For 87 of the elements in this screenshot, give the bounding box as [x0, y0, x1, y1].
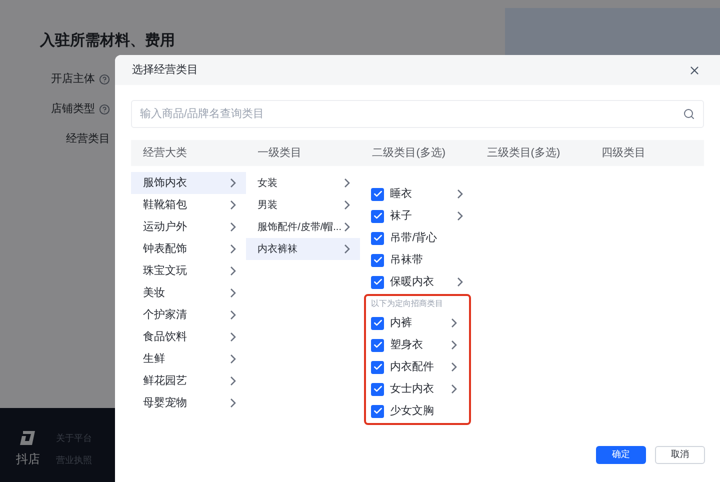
option-label: 吊袜带 — [390, 252, 424, 268]
category-item[interactable]: 运动户外 — [131, 216, 246, 238]
field-label: 店铺类型 — [51, 102, 95, 118]
category-item[interactable]: 内衣裤袜 — [246, 238, 360, 260]
chevron-right-icon — [230, 222, 236, 232]
chevron-right-icon — [230, 354, 236, 364]
category-option[interactable]: 内衣配件 — [360, 356, 469, 378]
chevron-right-icon — [230, 288, 236, 298]
help-icon — [99, 104, 110, 115]
category-item[interactable]: 钟表配饰 — [131, 238, 246, 260]
category-item[interactable]: 男装 — [246, 194, 360, 216]
column-header: 二级类目(多选) — [371, 146, 447, 161]
chevron-right-icon — [450, 362, 457, 372]
category-item[interactable]: 鞋靴箱包 — [131, 194, 246, 216]
option-label: 吊带/背心 — [390, 230, 438, 246]
chevron-right-icon — [230, 332, 236, 342]
chevron-right-icon — [344, 200, 350, 210]
help-icon — [99, 74, 110, 85]
column-header: 四级类目 — [600, 146, 646, 161]
chevron-right-icon — [344, 178, 350, 188]
column-header: 一级类目 — [256, 146, 303, 161]
chevron-right-icon — [230, 310, 236, 320]
chevron-right-icon — [230, 178, 236, 188]
option-label: 女士内衣 — [390, 382, 436, 397]
category-item[interactable]: 个护家清 — [131, 304, 246, 326]
column-header: 经营大类 — [142, 146, 188, 161]
category-option[interactable]: 睡衣 — [360, 183, 475, 205]
option-label: 内衣配件 — [390, 360, 436, 375]
cancel-button[interactable]: 取消 — [655, 446, 705, 464]
category-option[interactable]: 女士内衣 — [360, 378, 469, 400]
category-option[interactable]: 内裤 — [360, 312, 469, 334]
checkbox[interactable] — [371, 382, 384, 396]
section-title: 入驻所需材料、费用 — [40, 31, 176, 51]
chevron-right-icon — [344, 244, 350, 254]
field-label: 经营类目 — [66, 132, 110, 148]
chevron-right-icon — [450, 340, 457, 350]
chevron-right-icon — [344, 222, 350, 232]
category-option[interactable]: 少女文胸 — [360, 400, 469, 422]
dialog-title: 选择经营类目 — [132, 62, 198, 78]
category-option[interactable]: 吊袜带 — [360, 249, 475, 271]
checkbox[interactable] — [371, 338, 384, 352]
option-label: 少女文胸 — [390, 404, 436, 419]
category-item[interactable]: 食品饮料 — [131, 326, 246, 348]
checkbox[interactable] — [371, 360, 384, 374]
option-label: 保暖内衣 — [390, 274, 436, 290]
chevron-right-icon — [230, 244, 236, 254]
search-input[interactable]: 输入商品/品牌名查询类目 — [140, 106, 683, 122]
chevron-right-icon — [230, 200, 236, 210]
chevron-right-icon — [456, 211, 463, 221]
chevron-right-icon — [456, 277, 463, 287]
category-option[interactable]: 袜子 — [360, 205, 475, 227]
category-item[interactable]: 珠宝文玩 — [131, 260, 246, 282]
confirm-button[interactable]: 确定 — [596, 446, 646, 464]
checkbox[interactable] — [371, 188, 384, 200]
column-header: 三级类目(多选) — [486, 146, 562, 161]
option-label: 塑身衣 — [390, 338, 424, 353]
checkbox[interactable] — [371, 254, 384, 266]
option-label: 睡衣 — [390, 186, 414, 202]
chevron-right-icon — [450, 318, 457, 328]
category-item[interactable]: 生鲜 — [131, 348, 246, 370]
category-option[interactable]: 塑身衣 — [360, 334, 469, 356]
category-item[interactable]: 美妆 — [131, 282, 246, 304]
chevron-right-icon — [230, 376, 236, 386]
checkbox[interactable] — [371, 316, 384, 330]
chevron-right-icon — [456, 189, 463, 199]
category-item[interactable]: 母婴宠物 — [131, 392, 246, 414]
section-label: 以下为定向招商类目 — [370, 298, 444, 310]
checkbox[interactable] — [371, 276, 384, 288]
chevron-right-icon — [450, 384, 457, 394]
category-option[interactable]: 吊带/背心 — [360, 227, 475, 249]
close-icon — [688, 64, 700, 76]
option-label: 袜子 — [390, 208, 414, 224]
category-item[interactable]: 女装 — [246, 172, 360, 194]
option-label: 内裤 — [390, 316, 414, 331]
category-option[interactable]: 保暖内衣 — [360, 271, 475, 293]
search-field[interactable]: 输入商品/品牌名查询类目 — [131, 100, 704, 128]
search-icon[interactable] — [683, 108, 695, 120]
chevron-right-icon — [230, 398, 236, 408]
checkbox[interactable] — [371, 232, 384, 244]
checkbox[interactable] — [371, 404, 384, 418]
field-label: 开店主体 — [51, 72, 95, 88]
logo-text: 抖店 — [16, 451, 40, 468]
category-item[interactable]: 服饰内衣 — [131, 172, 246, 194]
category-item[interactable]: 服饰配件/皮带/帽... — [246, 216, 360, 238]
category-item[interactable]: 鲜花园艺 — [131, 370, 246, 392]
checkbox[interactable] — [371, 210, 384, 222]
chevron-right-icon — [230, 266, 236, 276]
